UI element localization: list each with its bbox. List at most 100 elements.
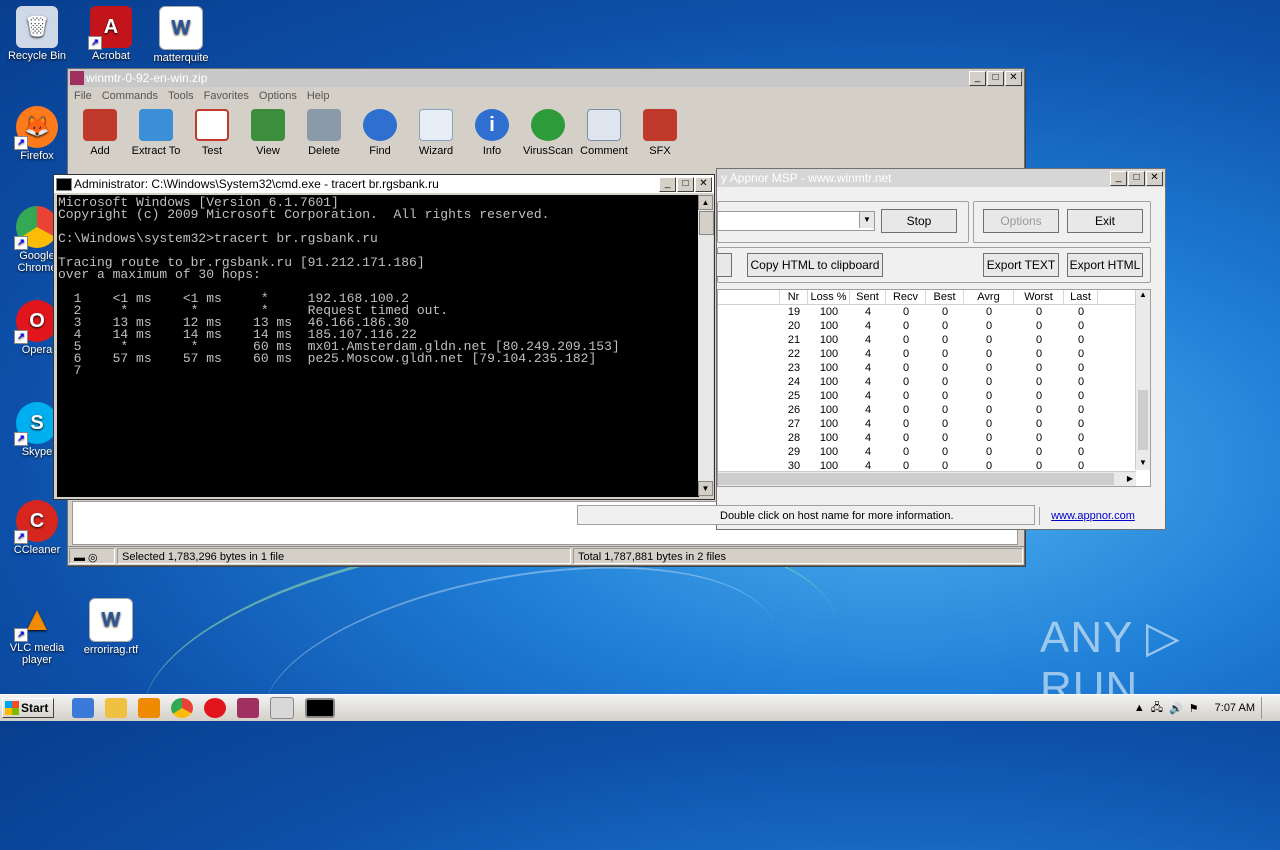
results-grid[interactable]: Nr Loss % Sent Recv Best Avrg Worst Last… — [717, 289, 1151, 487]
chrome-icon[interactable] — [171, 698, 193, 718]
grid-vscrollbar[interactable]: ▲ ▼ — [1135, 290, 1150, 470]
stop-button[interactable]: Stop — [881, 209, 957, 233]
add-button[interactable]: Add — [72, 109, 128, 165]
cmd-icon[interactable] — [305, 698, 335, 718]
media-player-icon[interactable] — [138, 698, 160, 718]
explorer-icon[interactable] — [105, 698, 127, 718]
cell-host[interactable] — [718, 389, 780, 403]
maximize-button[interactable]: □ — [1128, 170, 1145, 186]
volume-icon[interactable]: 🔊 — [1169, 702, 1183, 715]
winrar-titlebar[interactable]: winmtr-0-92-en-win.zip _ □ ✕ — [68, 69, 1024, 87]
menu-help[interactable]: Help — [307, 90, 330, 102]
host-combobox[interactable] — [717, 211, 875, 231]
minimize-button[interactable]: _ — [969, 70, 986, 86]
table-row[interactable]: 24 100 4 0 0 0 0 0 — [718, 375, 1150, 389]
table-row[interactable]: 25 100 4 0 0 0 0 0 — [718, 389, 1150, 403]
menu-tools[interactable]: Tools — [168, 90, 194, 102]
scroll-down-arrow[interactable]: ▼ — [1136, 458, 1150, 470]
maximize-button[interactable]: □ — [677, 176, 694, 192]
cell-host[interactable] — [718, 375, 780, 389]
show-desktop-button[interactable] — [1261, 697, 1272, 719]
col-loss[interactable]: Loss % — [808, 290, 850, 304]
desktop-icon-recycle-bin[interactable]: 🗑 Recycle Bin — [0, 6, 74, 62]
table-row[interactable]: 28 100 4 0 0 0 0 0 — [718, 431, 1150, 445]
desktop-icon-ccleaner[interactable]: C ↗ CCleaner — [0, 500, 74, 556]
minimize-button[interactable]: _ — [659, 176, 676, 192]
table-row[interactable]: 26 100 4 0 0 0 0 0 — [718, 403, 1150, 417]
appnor-link[interactable]: www.appnor.com — [1039, 507, 1146, 525]
table-row[interactable]: 23 100 4 0 0 0 0 0 — [718, 361, 1150, 375]
cell-host[interactable] — [718, 431, 780, 445]
cell-host[interactable] — [718, 333, 780, 347]
virusscan-button[interactable]: VirusScan — [520, 109, 576, 165]
cell-host[interactable] — [718, 445, 780, 459]
col-best[interactable]: Best — [926, 290, 964, 304]
table-row[interactable]: 21 100 4 0 0 0 0 0 — [718, 333, 1150, 347]
view-button[interactable]: View — [240, 109, 296, 165]
table-row[interactable]: 29 100 4 0 0 0 0 0 — [718, 445, 1150, 459]
chevron-down-icon[interactable]: ▼ — [859, 212, 874, 228]
exit-button[interactable]: Exit — [1067, 209, 1143, 233]
export-html-button[interactable]: Export HTML — [1067, 253, 1143, 277]
scroll-down-arrow[interactable]: ▼ — [698, 481, 713, 496]
maximize-button[interactable]: □ — [987, 70, 1004, 86]
col-recv[interactable]: Recv — [886, 290, 926, 304]
close-button[interactable]: ✕ — [1005, 70, 1022, 86]
col-last[interactable]: Last — [1064, 290, 1098, 304]
delete-button[interactable]: Delete — [296, 109, 352, 165]
menu-options[interactable]: Options — [259, 90, 297, 102]
wizard-button[interactable]: Wizard — [408, 109, 464, 165]
export-text-button[interactable]: Export TEXT — [983, 253, 1059, 277]
desktop-icon-vlc[interactable]: ▲ ↗ VLC media player — [0, 598, 74, 666]
ie-icon[interactable] — [72, 698, 94, 718]
console-output[interactable]: Microsoft Windows [Version 6.1.7601] Copy… — [57, 195, 699, 497]
table-row[interactable]: 22 100 4 0 0 0 0 0 — [718, 347, 1150, 361]
winmtr-icon[interactable] — [270, 697, 294, 719]
col-host[interactable] — [718, 290, 780, 304]
clock[interactable]: 7:07 AM — [1215, 702, 1255, 714]
scroll-thumb[interactable] — [699, 211, 714, 235]
cell-host[interactable] — [718, 361, 780, 375]
info-button[interactable]: i Info — [464, 109, 520, 165]
winmtr-window[interactable]: y Appnor MSP - www.winmtr.net _ □ ✕ ▼ St… — [577, 168, 1166, 530]
desktop-icon-acrobat[interactable]: A ↗ Acrobat — [74, 6, 148, 62]
menu-file[interactable]: File — [74, 90, 92, 102]
console-scrollbar[interactable]: ▲ ▼ — [698, 195, 714, 496]
extract-to-button[interactable]: Extract To — [128, 109, 184, 165]
hscroll-thumb[interactable] — [718, 473, 1114, 485]
col-nr[interactable]: Nr — [780, 290, 808, 304]
find-button[interactable]: Find — [352, 109, 408, 165]
scroll-right-arrow[interactable]: ▶ — [1124, 472, 1136, 486]
minimize-button[interactable]: _ — [1110, 170, 1127, 186]
table-row[interactable]: 27 100 4 0 0 0 0 0 — [718, 417, 1150, 431]
menu-favorites[interactable]: Favorites — [204, 90, 249, 102]
close-button[interactable]: ✕ — [1146, 170, 1163, 186]
copy-text-button[interactable] — [717, 253, 732, 277]
menu-commands[interactable]: Commands — [102, 90, 158, 102]
cmd-titlebar[interactable]: Administrator: C:\Windows\System32\cmd.e… — [54, 175, 714, 193]
col-sent[interactable]: Sent — [850, 290, 886, 304]
cell-host[interactable] — [718, 417, 780, 431]
desktop-icon-errorirag[interactable]: W errorirag.rtf — [74, 598, 148, 656]
drive-icon[interactable]: ▬ ◎ — [69, 548, 115, 564]
col-avrg[interactable]: Avrg — [964, 290, 1014, 304]
desktop-icon-firefox[interactable]: 🦊 ↗ Firefox — [0, 106, 74, 162]
col-worst[interactable]: Worst — [1014, 290, 1064, 304]
show-hidden-icons-icon[interactable]: ▲ — [1134, 702, 1145, 714]
winmtr-titlebar[interactable]: y Appnor MSP - www.winmtr.net _ □ ✕ — [717, 169, 1165, 187]
scroll-thumb[interactable] — [1138, 390, 1148, 450]
test-button[interactable]: Test — [184, 109, 240, 165]
start-button[interactable]: Start — [2, 698, 54, 718]
comment-button[interactable]: Comment — [576, 109, 632, 165]
cmd-window[interactable]: Administrator: C:\Windows\System32\cmd.e… — [53, 174, 715, 500]
cell-host[interactable] — [718, 305, 780, 319]
grid-hscrollbar[interactable]: ▶ — [718, 471, 1136, 486]
options-button[interactable]: Options — [983, 209, 1059, 233]
table-row[interactable]: 19 100 4 0 0 0 0 0 — [718, 305, 1150, 319]
copy-html-button[interactable]: Copy HTML to clipboard — [747, 253, 883, 277]
flag-icon[interactable]: ⚑ — [1189, 702, 1199, 715]
cell-host[interactable] — [718, 347, 780, 361]
sfx-button[interactable]: SFX — [632, 109, 688, 165]
winrar-icon[interactable] — [237, 698, 259, 718]
desktop-icon-matterquite[interactable]: W matterquite — [144, 6, 218, 64]
